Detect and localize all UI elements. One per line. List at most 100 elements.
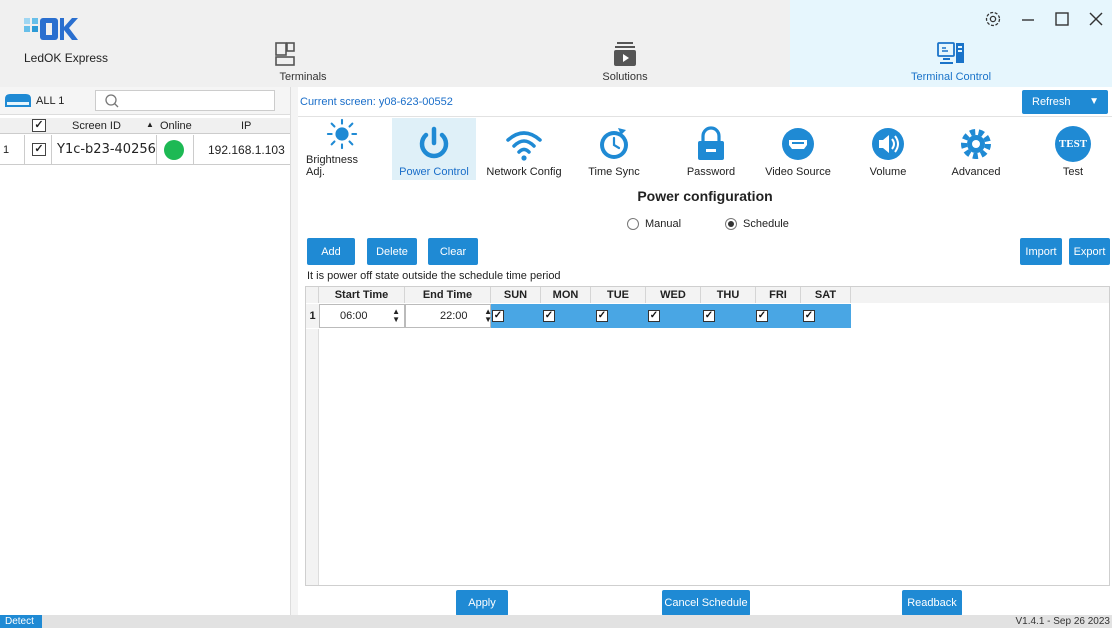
function-toolbar: Brightness Adj. Power Control Network Co… (298, 118, 1112, 180)
schedule-table: Start Time End Time SUN MON TUE WED THU … (305, 286, 1110, 586)
screen-id: Y1c-b23-40256 (57, 142, 156, 157)
delete-button[interactable]: Delete (367, 238, 417, 265)
nav-solutions[interactable]: Solutions (585, 0, 665, 87)
row-header-strip (306, 329, 319, 585)
top-header: LedOK Express Terminals Solutions Termin… (0, 0, 1112, 87)
lock-icon (698, 126, 724, 160)
col-end-time: End Time (405, 287, 491, 303)
col-sat: SAT (801, 287, 851, 303)
col-filler (851, 287, 1109, 303)
func-test-label: Test (1062, 166, 1084, 178)
refresh-label: Refresh (1032, 96, 1071, 108)
end-time-input[interactable]: 22:00 ▲ ▼ (405, 304, 492, 328)
solutions-icon (614, 42, 636, 66)
func-power-control[interactable]: Power Control (392, 118, 476, 180)
sun-icon (326, 118, 358, 150)
func-test[interactable]: TEST Test (1048, 118, 1098, 180)
column-screen-id[interactable]: Screen ID (72, 120, 121, 132)
maximize-icon[interactable] (1054, 11, 1070, 27)
schedule-radio-dot (725, 218, 737, 230)
wifi-icon (506, 131, 542, 161)
manual-radio-dot (627, 218, 639, 230)
screen-ip: 192.168.1.103 (208, 143, 285, 157)
wed-check: ✓ (648, 310, 660, 322)
mon-checkbox[interactable]: ✓ (543, 304, 563, 328)
terminals-icon (275, 42, 295, 66)
detect-button[interactable]: Detect (0, 615, 42, 628)
select-all-checkbox[interactable]: ✓ (32, 119, 46, 132)
row-checkbox[interactable]: ✓ (32, 143, 46, 156)
fri-checkbox[interactable]: ✓ (756, 304, 776, 328)
func-brightness-label: Brightness Adj. (306, 154, 358, 178)
power-config-title: Power configuration (637, 188, 773, 204)
current-screen-label: Current screen: y08-623-00552 (300, 96, 453, 108)
func-time-sync-label: Time Sync (588, 166, 640, 178)
corner-cell (306, 287, 319, 303)
online-status-dot (164, 140, 184, 160)
clock-icon (600, 128, 628, 159)
add-button[interactable]: Add (307, 238, 355, 265)
left-toolbar: ALL 1 (0, 87, 290, 115)
nav-terminals[interactable]: Terminals (245, 0, 327, 87)
screen-row[interactable]: 1 ✓ Y1c-b23-40256 192.168.1.103 (0, 135, 290, 165)
apply-button[interactable]: Apply (456, 590, 508, 616)
test-icon: TEST (1055, 126, 1091, 162)
nav-solutions-label: Solutions (602, 71, 648, 83)
nav-terminal-control-label: Terminal Control (910, 71, 992, 83)
readback-button[interactable]: Readback (902, 590, 962, 616)
start-time-value: 06:00 (340, 310, 368, 322)
func-network-config-label: Network Config (486, 166, 562, 178)
power-icon (419, 126, 449, 159)
version-label: V1.4.1 - Sep 26 2023 (1015, 616, 1110, 627)
sun-check: ✓ (492, 310, 504, 322)
col-mon: MON (541, 287, 591, 303)
func-time-sync[interactable]: Time Sync (584, 118, 644, 180)
column-ip[interactable]: IP (241, 120, 251, 132)
tue-checkbox[interactable]: ✓ (596, 304, 616, 328)
start-time-input[interactable]: 06:00 ▲ ▼ (319, 304, 405, 328)
import-button[interactable]: Import (1020, 238, 1062, 265)
speaker-icon (872, 128, 904, 160)
sat-checkbox[interactable]: ✓ (803, 304, 823, 328)
minimize-icon[interactable] (1020, 11, 1036, 27)
panel-splitter[interactable] (290, 87, 298, 615)
func-volume-label: Volume (869, 166, 907, 178)
sat-check: ✓ (803, 310, 815, 322)
func-network-config[interactable]: Network Config (482, 118, 566, 180)
col-wed: WED (646, 287, 701, 303)
func-power-control-label: Power Control (399, 166, 469, 178)
close-icon[interactable] (1088, 11, 1104, 27)
screen-group-icon[interactable] (2, 91, 34, 111)
func-brightness[interactable]: Brightness Adj. (306, 118, 378, 180)
cancel-schedule-button[interactable]: Cancel Schedule (662, 590, 750, 616)
func-password[interactable]: Password (676, 118, 746, 180)
settings-icon[interactable] (984, 10, 1002, 28)
status-bar: Detect V1.4.1 - Sep 26 2023 (0, 615, 1112, 628)
mode-schedule-radio[interactable]: Schedule (725, 218, 789, 230)
nav-terminals-label: Terminals (279, 71, 327, 83)
chevron-down-icon: ▼ (1089, 96, 1099, 107)
sort-asc-icon: ▲ (146, 120, 154, 129)
func-video-source[interactable]: Video Source (760, 118, 836, 180)
window-controls (984, 10, 1104, 28)
col-thu: THU (701, 287, 756, 303)
mode-schedule-label: Schedule (743, 218, 789, 230)
app-logo: LedOK Express (18, 14, 118, 65)
row-index: 1 (306, 304, 319, 328)
refresh-button[interactable]: Refresh ▼ (1022, 90, 1108, 114)
clear-button[interactable]: Clear (428, 238, 478, 265)
col-start-time: Start Time (319, 287, 405, 303)
func-advanced[interactable]: Advanced (944, 118, 1008, 180)
thu-checkbox[interactable]: ✓ (703, 304, 723, 328)
wed-checkbox[interactable]: ✓ (648, 304, 668, 328)
column-online[interactable]: Online (160, 120, 192, 132)
mode-manual-radio[interactable]: Manual (627, 218, 681, 230)
export-button[interactable]: Export (1069, 238, 1110, 265)
row-index: 1 (3, 144, 10, 156)
ledok-logo-icon (24, 18, 78, 40)
col-fri: FRI (756, 287, 801, 303)
func-volume[interactable]: Volume (858, 118, 918, 180)
sun-checkbox[interactable]: ✓ (492, 304, 512, 328)
start-time-spinner-icon[interactable]: ▲ ▼ (392, 308, 400, 324)
search-input[interactable] (95, 90, 275, 111)
